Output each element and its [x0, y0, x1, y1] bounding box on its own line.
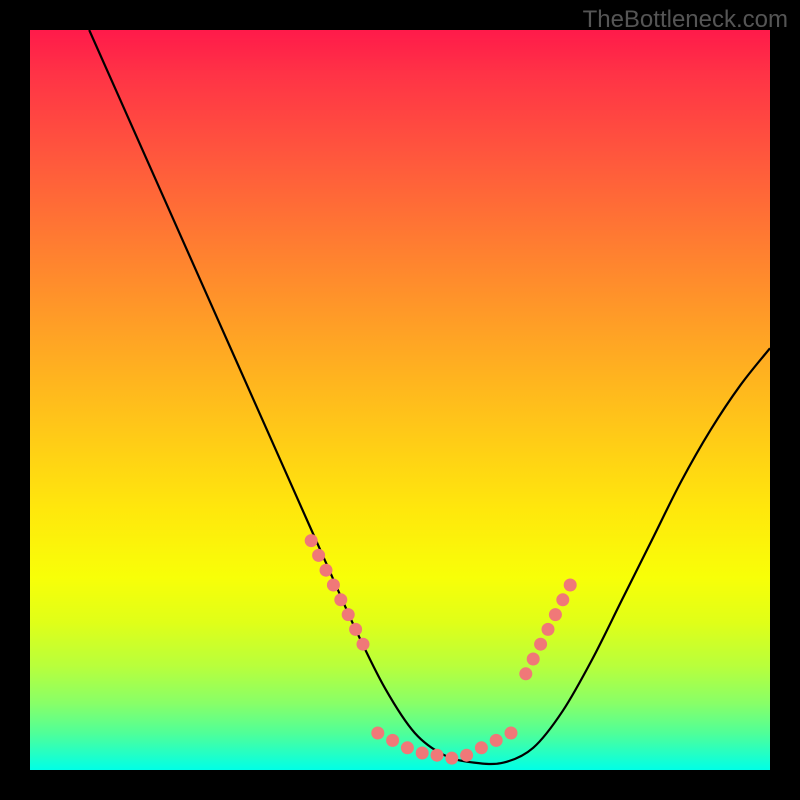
- data-dot: [490, 734, 503, 747]
- data-dot: [564, 579, 577, 592]
- data-dot: [445, 752, 458, 765]
- plot-area: [30, 30, 770, 770]
- data-dot: [416, 746, 429, 759]
- chart-svg: [30, 30, 770, 770]
- data-dot: [527, 653, 540, 666]
- data-dot: [401, 741, 414, 754]
- data-dot: [386, 734, 399, 747]
- data-dot: [327, 579, 340, 592]
- data-dot: [371, 727, 384, 740]
- data-dot: [312, 549, 325, 562]
- data-dot: [305, 534, 318, 547]
- data-dot: [519, 667, 532, 680]
- data-dot: [334, 593, 347, 606]
- data-dot: [349, 623, 362, 636]
- data-dot: [460, 749, 473, 762]
- data-dot: [549, 608, 562, 621]
- data-dot: [431, 749, 444, 762]
- data-dot: [342, 608, 355, 621]
- data-dot: [556, 593, 569, 606]
- data-dots: [305, 534, 577, 765]
- data-dot: [542, 623, 555, 636]
- bottleneck-curve: [89, 30, 770, 764]
- data-dot: [320, 564, 333, 577]
- watermark-text: TheBottleneck.com: [583, 6, 788, 34]
- data-dot: [505, 727, 518, 740]
- data-dot: [534, 638, 547, 651]
- data-dot: [357, 638, 370, 651]
- data-dot: [475, 741, 488, 754]
